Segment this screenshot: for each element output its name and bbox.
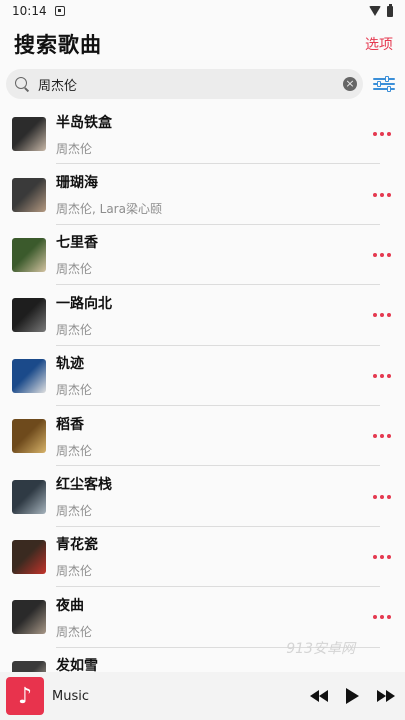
more-options-icon[interactable] bbox=[367, 132, 397, 137]
more-options-icon[interactable] bbox=[367, 313, 397, 318]
options-button[interactable]: 选项 bbox=[365, 34, 393, 54]
song-info: 青花瓷 周杰伦 bbox=[56, 534, 367, 579]
album-art bbox=[12, 177, 46, 212]
track-title: Music bbox=[52, 688, 89, 704]
album-art bbox=[12, 479, 46, 514]
more-options-icon[interactable] bbox=[367, 554, 397, 559]
album-art bbox=[12, 117, 46, 152]
list-item[interactable]: 青花瓷 周杰伦 bbox=[0, 527, 405, 588]
album-art bbox=[12, 600, 46, 635]
mini-player: ♪ Music bbox=[0, 672, 405, 720]
song-title: 珊瑚海 bbox=[56, 175, 98, 192]
song-artist: 周杰伦, Lara梁心颐 bbox=[56, 202, 162, 217]
album-art bbox=[12, 298, 46, 333]
play-icon[interactable] bbox=[346, 688, 359, 704]
more-options-icon[interactable] bbox=[367, 615, 397, 620]
list-item[interactable]: 一路向北 周杰伦 bbox=[0, 285, 405, 346]
song-info: 红尘客栈 周杰伦 bbox=[56, 474, 367, 519]
list-item[interactable]: 珊瑚海周杰伦, Lara梁心颐 bbox=[0, 164, 405, 226]
album-art bbox=[12, 539, 46, 574]
song-info: 珊瑚海周杰伦, Lara梁心颐 bbox=[56, 172, 367, 217]
song-title: 半岛铁盒 bbox=[56, 114, 112, 131]
song-artist: 周杰伦 bbox=[56, 141, 93, 156]
song-info: 七里香 周杰伦 bbox=[56, 232, 367, 277]
song-info: 一路向北 周杰伦 bbox=[56, 293, 367, 338]
watermark: 913安卓网 bbox=[286, 641, 355, 657]
list-item[interactable]: 七里香 周杰伦 bbox=[0, 225, 405, 286]
list-item[interactable]: 稻香 周杰伦 bbox=[0, 406, 405, 467]
more-options-icon[interactable] bbox=[367, 494, 397, 499]
music-note-icon[interactable]: ♪ bbox=[6, 677, 44, 715]
list-item[interactable]: 轨迹 周杰伦 bbox=[0, 346, 405, 407]
status-bar: 10:14 bbox=[0, 0, 405, 22]
search-input[interactable] bbox=[38, 76, 343, 92]
album-art bbox=[12, 660, 46, 672]
page-title: 搜索歌曲 bbox=[14, 33, 102, 57]
song-title: 七里香 bbox=[56, 235, 98, 252]
song-info: 半岛铁盒 周杰伦 bbox=[56, 112, 367, 157]
more-options-icon[interactable] bbox=[367, 373, 397, 378]
song-artist: 周杰伦 bbox=[56, 322, 93, 337]
song-info: 轨迹 周杰伦 bbox=[56, 353, 367, 398]
song-artist: 周杰伦 bbox=[56, 504, 93, 519]
search-box[interactable]: × bbox=[6, 69, 363, 99]
song-artist: 周杰伦 bbox=[56, 564, 93, 579]
song-artist: 周杰伦 bbox=[56, 383, 93, 398]
previous-icon[interactable] bbox=[310, 690, 328, 702]
search-icon bbox=[14, 76, 30, 92]
song-artist: 周杰伦 bbox=[56, 443, 93, 458]
filter-icon[interactable] bbox=[371, 74, 397, 94]
list-item[interactable]: 红尘客栈 周杰伦 bbox=[0, 466, 405, 528]
more-options-icon[interactable] bbox=[367, 192, 397, 197]
more-options-icon[interactable] bbox=[367, 252, 397, 257]
song-title: 夜曲 bbox=[56, 597, 84, 614]
next-icon[interactable] bbox=[377, 690, 395, 702]
more-options-icon[interactable] bbox=[367, 434, 397, 439]
song-artist: 周杰伦 bbox=[56, 262, 93, 277]
song-title: 红尘客栈 bbox=[56, 477, 112, 494]
song-info: 夜曲 周杰伦 bbox=[56, 595, 367, 640]
album-art bbox=[12, 419, 46, 454]
song-title: 稻香 bbox=[56, 416, 84, 433]
song-title: 青花瓷 bbox=[56, 537, 98, 554]
status-time: 10:14 bbox=[12, 4, 47, 18]
song-title: 一路向北 bbox=[56, 295, 112, 312]
search-row: × bbox=[0, 66, 405, 102]
album-art bbox=[12, 358, 46, 393]
notification-icon bbox=[54, 6, 65, 16]
battery-icon bbox=[387, 3, 393, 17]
app-bar: 搜索歌曲 选项 bbox=[0, 22, 405, 66]
wifi-icon bbox=[369, 6, 381, 16]
song-info: 稻香 周杰伦 bbox=[56, 414, 367, 459]
album-art bbox=[12, 237, 46, 272]
clear-icon[interactable]: × bbox=[343, 77, 357, 91]
list-item[interactable]: 半岛铁盒 周杰伦 bbox=[0, 104, 405, 165]
result-list: 半岛铁盒 周杰伦 珊瑚海 周杰伦, Lara梁心颐 七里香 周杰伦 一路向北 周杰伦 轨迹 周杰伦… bbox=[0, 104, 405, 672]
song-title: 轨迹 bbox=[56, 356, 84, 373]
